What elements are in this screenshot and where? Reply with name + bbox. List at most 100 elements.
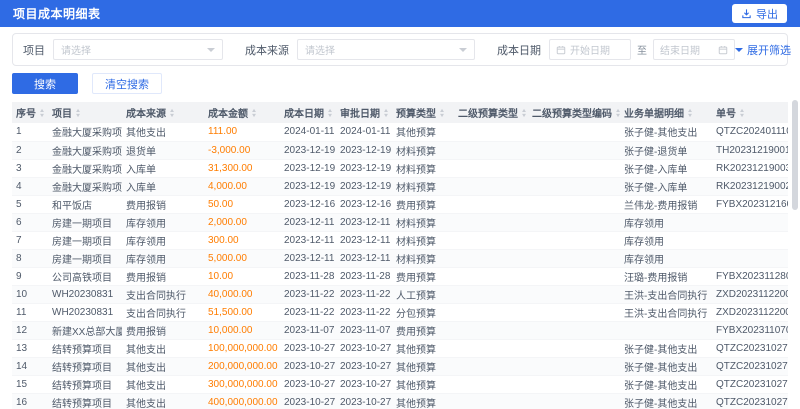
table-row[interactable]: 10 WH20230831 支出合同执行 40,000.00 2023-11-22 202… (12, 285, 788, 304)
table-cell: 金融大厦采购项目 (48, 177, 122, 196)
table-cell: 其他预算 (392, 357, 454, 376)
sort-icon[interactable]: ▲▼ (251, 109, 258, 119)
table-row[interactable]: 8 房建一期项目 库存领用 5,000.00 2023-12-11 2023-12-11 材… (12, 249, 788, 268)
column-header[interactable]: 审批日期 ▲ ▼ (336, 102, 392, 123)
table-cell: 2023-10-27 (280, 375, 336, 394)
table-row[interactable]: 9 公司高铁项目 费用报销 10.00 2023-11-28 2023-11-28 费用预算… (12, 267, 788, 286)
cost-source-select-placeholder: 请选择 (305, 46, 335, 57)
sort-icon[interactable]: ▲▼ (383, 109, 390, 119)
project-select-placeholder: 请选择 (61, 46, 91, 57)
table-row[interactable]: 12新建XX总部大厦工程二期费用报销10,000.002023-11-07202… (12, 321, 788, 340)
column-header-label: 成本来源 (126, 109, 166, 120)
column-header[interactable]: 序号 ▲ ▼ (12, 102, 48, 123)
table-row[interactable]: 7 房建一期项目 库存领用 300.00 2023-12-11 2023-12-11 材料预… (12, 231, 788, 250)
table-cell (620, 321, 712, 340)
table-cell: 100,000,000.00 (204, 339, 280, 358)
table-cell: 1 (12, 123, 48, 142)
sort-icon[interactable]: ▲▼ (615, 109, 620, 119)
table-cell (528, 123, 620, 142)
table-cell (454, 393, 528, 409)
chevron-down-icon (207, 47, 215, 52)
column-header-label: 单号 (716, 109, 736, 120)
cost-table: 序号 ▲ ▼ 项目 ▲ ▼ 成本来源 ▲ ▼ 成本金额 ▲ ▼ 成本日期 ▲ ▼ 审批日期 ▲ ▼ 预算类型 ▲ ▼ 二级… (12, 102, 788, 409)
table-cell: 2023-11-28 (280, 267, 336, 286)
start-date-input[interactable]: 开始日期 (549, 39, 631, 60)
expand-filter-link[interactable]: 展开筛选 (735, 42, 791, 58)
table-cell: 入库单 (122, 177, 204, 196)
table-row[interactable]: 13 结转预算项目 其他支出 100,000,000.00 2023-10-27 2023… (12, 339, 788, 358)
sort-icon[interactable]: ▲▼ (521, 109, 528, 119)
table-cell: 费用预算 (392, 195, 454, 214)
table-cell (454, 213, 528, 232)
table-row[interactable]: 15 结转预算项目 其他支出 300,000,000.00 2023-10-27 2023… (12, 375, 788, 394)
table-cell: 2023-12-11 (336, 249, 392, 268)
table-cell: 11 (12, 303, 48, 322)
sort-icon[interactable]: ▲▼ (39, 109, 46, 119)
table-row[interactable]: 4金融大厦采购项目入库单4,000.002023-12-192023-12-19… (12, 177, 788, 196)
search-button[interactable]: 搜索 (12, 73, 78, 94)
column-header[interactable]: 预算类型 ▲ ▼ (392, 102, 454, 123)
vertical-scrollbar[interactable] (792, 100, 798, 210)
column-header[interactable]: 成本来源 ▲ ▼ (122, 102, 204, 123)
table-cell (528, 393, 620, 409)
table-cell: 材料预算 (392, 141, 454, 160)
clear-search-button[interactable]: 清空搜索 (92, 73, 162, 94)
table-row[interactable]: 1金融大厦采购项目其他支出111.002024-01-112024-01-11其… (12, 123, 788, 142)
table-cell (528, 177, 620, 196)
table-row[interactable]: 3金融大厦采购项目入库单31,300.002023-12-192023-12-1… (12, 159, 788, 178)
table-row[interactable]: 6 房建一期项目 库存领用 2,000.00 2023-12-11 2023-12-11 材… (12, 213, 788, 232)
table-cell (454, 249, 528, 268)
table-cell: 房建一期项目 (48, 213, 122, 232)
table-cell (528, 375, 620, 394)
table-row[interactable]: 5 和平饭店 费用报销 50.00 2023-12-16 2023-12-16 费用预算 兰伟… (12, 195, 788, 214)
cost-source-select[interactable]: 请选择 (297, 39, 475, 60)
export-button[interactable]: 导出 (732, 4, 787, 23)
table-cell (528, 249, 620, 268)
column-header-label: 业务单据明细 (624, 109, 684, 120)
column-header[interactable]: 单号 ▲ ▼ (712, 102, 788, 123)
table-cell: 费用报销 (122, 321, 204, 340)
table-cell: 费用预算 (392, 267, 454, 286)
end-date-placeholder: 结束日期 (660, 46, 700, 57)
column-header-label: 二级预算类型编码 (532, 109, 612, 120)
table-cell: 2024-01-11 (336, 123, 392, 142)
table-cell (454, 321, 528, 340)
column-header[interactable]: 成本日期 ▲ ▼ (280, 102, 336, 123)
column-header[interactable]: 成本金额 ▲ ▼ (204, 102, 280, 123)
table-cell: 张子健-其他支出 (620, 357, 712, 376)
sort-icon[interactable]: ▲▼ (439, 109, 446, 119)
sort-icon[interactable]: ▲▼ (169, 109, 176, 119)
table-cell: 7 (12, 231, 48, 250)
sort-icon[interactable]: ▲▼ (75, 109, 82, 119)
project-select[interactable]: 请选择 (53, 39, 223, 60)
sort-icon[interactable]: ▲▼ (687, 109, 694, 119)
table-cell: 2023-12-19 (336, 141, 392, 160)
table-cell (454, 303, 528, 322)
table-cell: 5,000.00 (204, 249, 280, 268)
expand-filter-label: 展开筛选 (747, 44, 791, 57)
table-cell: 张子健-其他支出 (620, 123, 712, 142)
table-row[interactable]: 16 结转预算项目 其他支出 400,000,000.00 2023-10-27 2023… (12, 393, 788, 409)
table-row[interactable]: 2金融大厦采购项目退货单-3,000.002023-12-192023-12-1… (12, 141, 788, 160)
table-cell: 10.00 (204, 267, 280, 286)
table-cell: 2,000.00 (204, 213, 280, 232)
end-date-input[interactable]: 结束日期 (653, 39, 735, 60)
table-cell: 张子健-其他支出 (620, 393, 712, 409)
column-header[interactable]: 项目 ▲ ▼ (48, 102, 122, 123)
table-cell: 张子健-其他支出 (620, 339, 712, 358)
table-cell (454, 195, 528, 214)
table-cell: 2023-12-16 (280, 195, 336, 214)
sort-icon[interactable]: ▲▼ (327, 109, 334, 119)
table-cell: 张子健-退货单 (620, 141, 712, 160)
table-row[interactable]: 11 WH20230831 支出合同执行 51,500.00 2023-11-22 202… (12, 303, 788, 322)
table-cell: FYBX20231128001 (712, 267, 788, 286)
content-area: 项目 请选择 成本来源 请选择 成本日期 开始日期 至 结束日期 展开筛选 搜索… (0, 27, 800, 409)
table-row[interactable]: 14 结转预算项目 其他支出 200,000,000.00 2023-10-27 2023… (12, 357, 788, 376)
column-header[interactable]: 二级预算类型 ▲ ▼ (454, 102, 528, 123)
sort-icon[interactable]: ▲▼ (739, 109, 746, 119)
table-cell: 111.00 (204, 123, 280, 142)
column-header[interactable]: 二级预算类型编码▲▼ (528, 102, 620, 123)
column-header[interactable]: 业务单据明细 ▲ ▼ (620, 102, 712, 123)
table-container: 序号 ▲ ▼ 项目 ▲ ▼ 成本来源 ▲ ▼ 成本金额 ▲ ▼ 成本日期 ▲ ▼ 审批日期 ▲ ▼ 预算类型 ▲ ▼ 二级… (12, 102, 788, 409)
table-cell: 2024-01-11 (280, 123, 336, 142)
